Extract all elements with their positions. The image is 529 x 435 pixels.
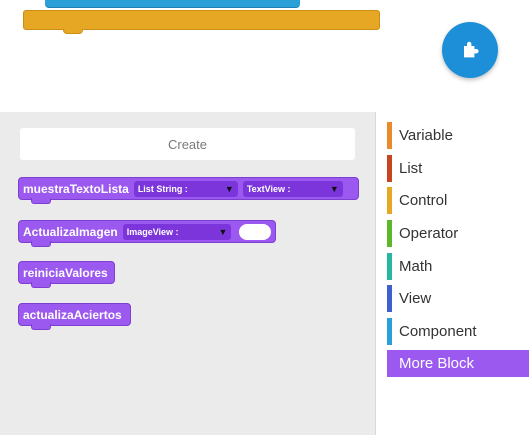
category-color-bar	[387, 187, 392, 214]
editor-root: Create muestraTextoLista List String : ▼…	[0, 0, 529, 435]
block-label: ActualizaImagen	[23, 224, 118, 239]
more-block-muestraTextoLista[interactable]: muestraTextoLista List String : ▼ TextVi…	[18, 177, 359, 204]
puzzle-fab-button[interactable]	[442, 22, 498, 78]
dropdown-arrow-icon: ▼	[224, 183, 234, 194]
canvas-block-notch	[63, 29, 83, 34]
param-list-string[interactable]: List String : ▼	[133, 180, 238, 197]
category-color-bar	[387, 253, 392, 280]
category-color-bar	[387, 318, 392, 345]
more-block-reiniciaValores[interactable]: reiniciaValores	[18, 261, 115, 288]
category-color-bar	[387, 122, 392, 149]
canvas-block-body	[23, 10, 380, 30]
category-control[interactable]: Control	[387, 187, 521, 214]
category-list: Variable List Control Operator Math View…	[375, 112, 529, 435]
block-label: muestraTextoLista	[23, 181, 129, 196]
block-label: actualizaAciertos	[23, 307, 122, 322]
category-color-bar	[387, 285, 392, 312]
param-imageview[interactable]: ImageView : ▼	[122, 223, 232, 240]
more-block-ActualizaImagen[interactable]: ActualizaImagen ImageView : ▼	[18, 220, 276, 247]
dropdown-arrow-icon: ▼	[329, 183, 339, 194]
block-label: reiniciaValores	[23, 265, 108, 280]
param-textview[interactable]: TextView : ▼	[242, 180, 343, 197]
category-color-bar	[387, 350, 392, 377]
category-color-bar	[387, 155, 392, 182]
puzzle-icon	[464, 41, 479, 58]
dropdown-arrow-icon: ▼	[218, 226, 228, 237]
blocks-canvas[interactable]	[0, 0, 529, 112]
create-button[interactable]: Create	[20, 128, 355, 160]
canvas-block-nested	[45, 0, 300, 8]
canvas-block[interactable]	[23, 0, 380, 34]
more-block-actualizaAciertos[interactable]: actualizaAciertos	[18, 303, 131, 330]
category-more-block[interactable]: More Block	[387, 350, 529, 377]
category-color-bar	[387, 220, 392, 247]
boolean-slot[interactable]	[239, 223, 271, 240]
category-variable[interactable]: Variable	[387, 122, 521, 149]
category-view[interactable]: View	[387, 285, 521, 312]
category-math[interactable]: Math	[387, 253, 521, 280]
category-operator[interactable]: Operator	[387, 220, 521, 247]
category-component[interactable]: Component	[387, 318, 521, 345]
category-list-item[interactable]: List	[387, 155, 521, 182]
